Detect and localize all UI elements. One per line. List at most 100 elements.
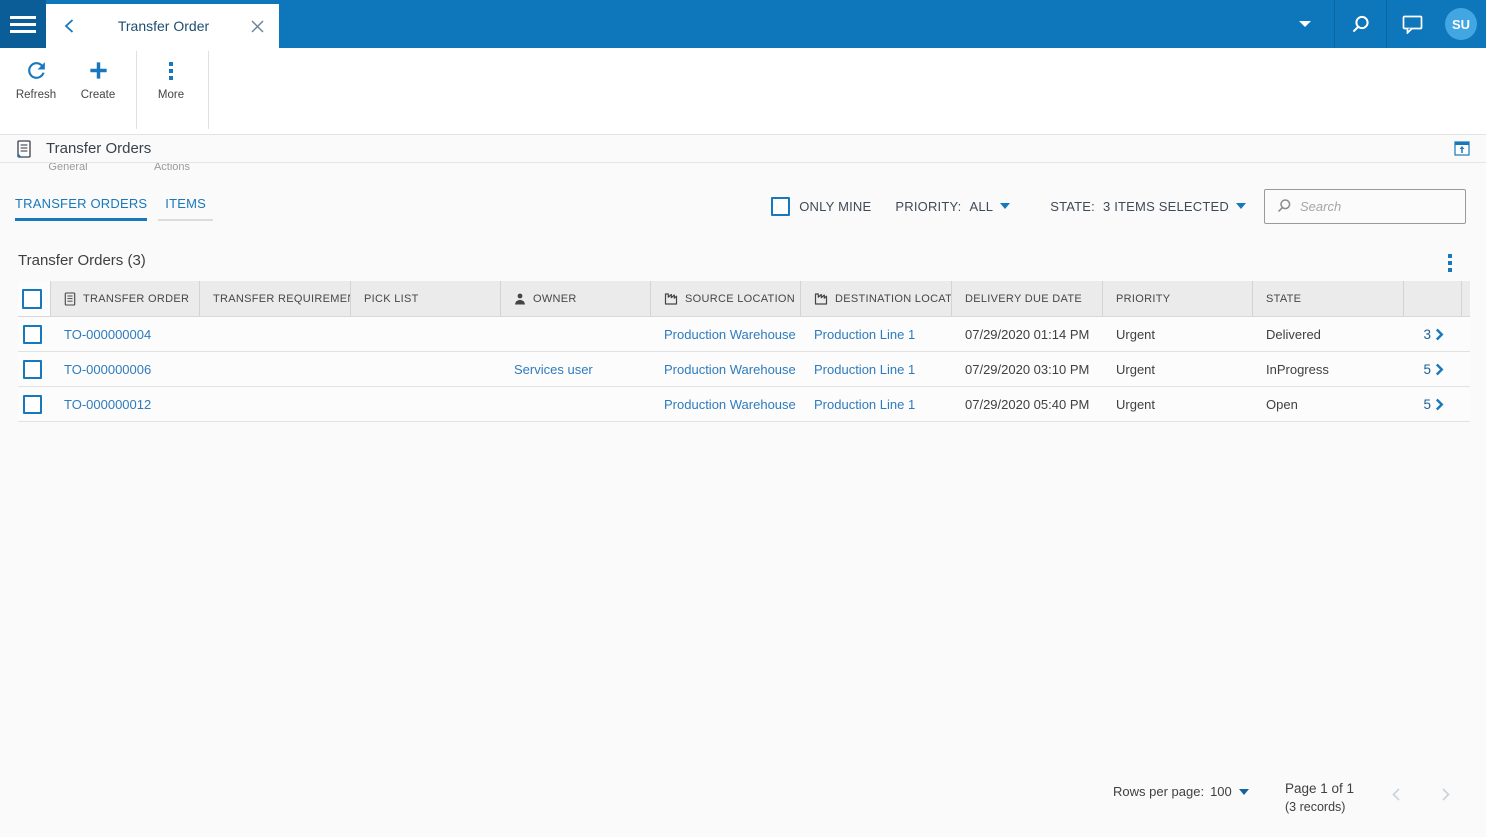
priority-filter-value: ALL	[969, 198, 994, 214]
state-filter-dropdown[interactable]: STATE: 3 ITEMS SELECTED	[1050, 199, 1246, 214]
refresh-icon	[8, 57, 64, 84]
only-mine-label: ONLY MINE	[799, 198, 872, 214]
row-select-cell	[18, 352, 51, 386]
table-header-row: TRANSFER ORDER TRANSFER REQUIREMENT PICK…	[18, 281, 1470, 317]
rows-per-page-label: Rows per page:	[1113, 784, 1205, 799]
priority-cell: Urgent	[1116, 326, 1156, 342]
column-header-transfer-order[interactable]: TRANSFER ORDER	[51, 281, 200, 316]
topbar-right-group: SU	[1276, 0, 1486, 48]
topbar: Transfer Order SU	[0, 0, 1486, 48]
create-button[interactable]: Create	[68, 57, 128, 101]
column-header-expand	[1404, 281, 1462, 316]
view-tabs: TRANSFER ORDERS ITEMS	[15, 196, 224, 221]
chevron-right-icon	[1435, 328, 1444, 340]
transfer-order-link[interactable]: TO-000000004	[51, 317, 200, 351]
delivery-due-date-cell: 07/29/2020 05:40 PM	[965, 396, 1090, 412]
column-header-destination-location[interactable]: DESTINATION LOCATION	[801, 281, 952, 316]
document-icon	[16, 139, 32, 158]
ribbon-group-divider	[208, 51, 209, 129]
state-filter-label: STATE:	[1050, 198, 1095, 214]
owner-link[interactable]	[501, 317, 651, 351]
prev-page-button[interactable]	[1391, 787, 1401, 807]
tab-items[interactable]: ITEMS	[158, 196, 214, 221]
expand-row-button[interactable]: 5	[1404, 387, 1462, 421]
more-button[interactable]: More	[140, 57, 202, 101]
hamburger-icon	[10, 15, 36, 19]
chevron-right-icon	[1442, 788, 1450, 801]
rows-per-page-dropdown[interactable]: Rows per page: 100	[1113, 784, 1249, 799]
priority-filter-dropdown[interactable]: PRIORITY: ALL	[895, 198, 1011, 214]
records-info: (3 records)	[1285, 800, 1346, 814]
global-search-button[interactable]	[1335, 0, 1386, 48]
tab-close-button[interactable]	[247, 16, 267, 36]
state-cell: Delivered	[1266, 326, 1321, 342]
expand-row-button[interactable]: 3	[1404, 317, 1462, 351]
column-header-pick-list[interactable]: PICK LIST	[351, 281, 501, 316]
chevron-left-icon	[64, 19, 74, 33]
grid-actions-menu-button[interactable]	[1440, 252, 1460, 274]
toolbar-ribbon: Refresh Create More General Actions	[0, 48, 1486, 173]
factory-icon	[814, 292, 828, 305]
state-filter-value: 3 ITEMS SELECTED	[1102, 198, 1229, 214]
column-header-priority[interactable]: PRIORITY	[1103, 281, 1253, 316]
select-all-cell	[18, 281, 51, 316]
table-row: TO-000000004 Production Warehouse Produc…	[18, 317, 1470, 352]
back-button[interactable]	[58, 15, 80, 37]
expand-row-button[interactable]: 5	[1404, 352, 1462, 386]
rows-per-page-value: 100	[1210, 784, 1232, 799]
collapse-ribbon-button[interactable]	[1454, 141, 1470, 161]
column-header-transfer-requirement[interactable]: TRANSFER REQUIREMENT	[200, 281, 351, 316]
page-title: Transfer Orders	[46, 140, 152, 157]
document-icon	[64, 291, 76, 306]
column-header-state[interactable]: STATE	[1253, 281, 1404, 316]
document-tab[interactable]: Transfer Order	[46, 4, 279, 48]
delivery-due-date-cell: 07/29/2020 01:14 PM	[965, 326, 1090, 342]
row-checkbox[interactable]	[23, 324, 42, 344]
next-page-button[interactable]	[1441, 787, 1451, 807]
tab-list-dropdown-button[interactable]	[1276, 0, 1334, 48]
destination-location-link[interactable]: Production Line 1	[801, 387, 952, 421]
state-cell: InProgress	[1266, 361, 1329, 377]
chat-icon	[1402, 15, 1422, 34]
close-icon	[251, 20, 263, 32]
column-header-source-location[interactable]: SOURCE LOCATION	[651, 281, 801, 316]
destination-location-link[interactable]: Production Line 1	[801, 352, 952, 386]
destination-location-link[interactable]: Production Line 1	[801, 317, 952, 351]
feedback-button[interactable]	[1387, 0, 1437, 48]
chevron-right-icon	[1435, 398, 1444, 410]
column-header-delivery-due-date[interactable]: DELIVERY DUE DATE	[952, 281, 1103, 316]
user-avatar[interactable]: SU	[1445, 8, 1477, 40]
tab-title: Transfer Order	[117, 18, 210, 34]
search-input[interactable]	[1300, 198, 1457, 214]
pick-list-cell	[351, 317, 501, 351]
row-select-cell	[18, 317, 51, 351]
row-checkbox[interactable]	[23, 394, 42, 414]
chevron-down-icon	[1238, 788, 1249, 795]
chevron-right-icon	[1435, 363, 1444, 375]
owner-link[interactable]: Services user	[501, 352, 651, 386]
create-label: Create	[80, 89, 116, 101]
select-all-checkbox[interactable]	[22, 288, 42, 309]
tab-transfer-orders[interactable]: TRANSFER ORDERS	[15, 196, 148, 221]
chevron-left-icon	[1392, 788, 1400, 801]
search-icon	[1352, 15, 1369, 32]
column-header-owner[interactable]: OWNER	[501, 281, 651, 316]
row-checkbox[interactable]	[23, 359, 42, 379]
refresh-button[interactable]: Refresh	[8, 57, 64, 101]
kebab-vertical-icon	[1448, 254, 1452, 258]
row-items-count: 5	[1423, 396, 1431, 412]
source-location-link[interactable]: Production Warehouse	[651, 387, 801, 421]
transfer-requirement-cell	[200, 387, 351, 421]
transfer-order-link[interactable]: TO-000000006	[51, 352, 200, 386]
source-location-link[interactable]: Production Warehouse	[651, 317, 801, 351]
search-box	[1264, 188, 1466, 224]
transfer-requirement-cell	[200, 317, 351, 351]
factory-icon	[664, 292, 678, 305]
priority-cell: Urgent	[1116, 361, 1156, 377]
row-items-count: 5	[1423, 361, 1431, 377]
menu-button[interactable]	[0, 0, 46, 48]
source-location-link[interactable]: Production Warehouse	[651, 352, 801, 386]
only-mine-checkbox[interactable]	[771, 196, 791, 216]
owner-link[interactable]	[501, 387, 651, 421]
transfer-order-link[interactable]: TO-000000012	[51, 387, 200, 421]
